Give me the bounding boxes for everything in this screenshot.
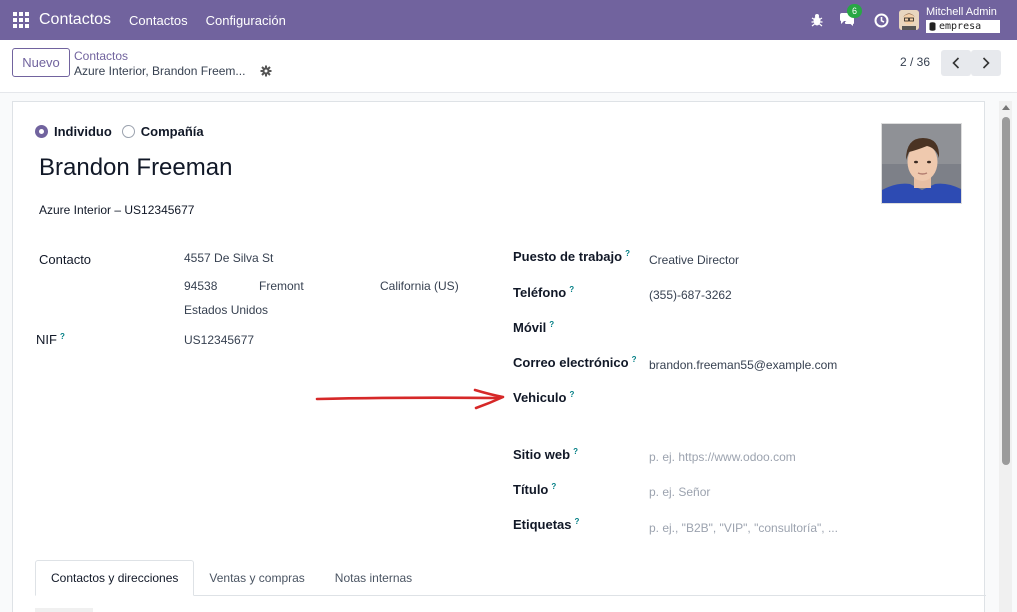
phone-label: Teléfono? — [513, 285, 575, 300]
breadcrumb-current: Azure Interior, Brandon Freem... — [74, 64, 246, 78]
company-switcher[interactable]: empresa — [926, 20, 1000, 33]
help-tooltip-icon[interactable]: ? — [573, 447, 578, 456]
help-tooltip-icon[interactable]: ? — [569, 285, 574, 294]
menu-contactos[interactable]: Contactos — [129, 13, 188, 28]
zip-field[interactable]: 94538 — [184, 279, 217, 293]
chevron-right-icon — [982, 57, 990, 69]
email-label: Correo electrónico? — [513, 355, 637, 370]
apps-grid-icon[interactable] — [13, 12, 29, 28]
tags-field[interactable]: p. ej., "B2B", "VIP", "consultoría", ... — [649, 521, 838, 535]
title-field[interactable]: p. ej. Señor — [649, 485, 710, 499]
help-tooltip-icon[interactable]: ? — [569, 390, 574, 399]
email-field[interactable]: brandon.freeman55@example.com — [649, 358, 837, 372]
radio-individuo-label[interactable]: Individuo — [54, 124, 112, 139]
country-field[interactable]: Estados Unidos — [184, 303, 268, 317]
tab-content-button[interactable] — [35, 608, 93, 612]
company-type-selector: Individuo Compañía — [35, 124, 214, 139]
bug-icon[interactable] — [810, 13, 824, 27]
menu-configuracion[interactable]: Configuración — [206, 13, 286, 28]
tags-label: Etiquetas? — [513, 517, 580, 532]
mobile-label: Móvil? — [513, 320, 555, 335]
city-field[interactable]: Fremont — [259, 279, 304, 293]
notebook-tabs: Contactos y direcciones Ventas y compras… — [35, 560, 986, 596]
user-menu[interactable]: Mitchell Admin empresa — [926, 7, 1000, 33]
job-position-field[interactable]: Creative Director — [649, 253, 739, 267]
new-button[interactable]: Nuevo — [12, 48, 70, 77]
company-name: empresa — [939, 20, 982, 32]
radio-compania-label[interactable]: Compañía — [141, 124, 204, 139]
pager-value[interactable]: 2 / 36 — [900, 55, 930, 69]
radio-compania[interactable] — [121, 125, 135, 138]
vat-label: NIF? — [36, 332, 65, 347]
page-scrollbar[interactable] — [999, 101, 1012, 612]
title-label: Título? — [513, 482, 557, 497]
phone-field[interactable]: (355)-687-3262 — [649, 288, 732, 302]
state-field[interactable]: California (US) — [380, 279, 459, 293]
contact-label: Contacto — [39, 252, 92, 267]
database-icon — [929, 22, 936, 31]
help-tooltip-icon[interactable]: ? — [625, 249, 630, 258]
help-tooltip-icon[interactable]: ? — [549, 320, 554, 329]
job-position-label: Puesto de trabajo? — [513, 249, 630, 264]
chevron-left-icon — [952, 57, 960, 69]
help-tooltip-icon[interactable]: ? — [575, 517, 580, 526]
breadcrumb-parent[interactable]: Contactos — [74, 49, 128, 63]
help-tooltip-icon[interactable]: ? — [551, 482, 556, 491]
user-name: Mitchell Admin — [926, 6, 997, 18]
annotation-arrow — [315, 388, 505, 410]
parent-company-field[interactable]: Azure Interior – US12345677 — [39, 203, 194, 217]
help-tooltip-icon[interactable]: ? — [60, 332, 65, 341]
gear-icon[interactable] — [260, 65, 272, 77]
app-title[interactable]: Contactos — [39, 11, 111, 29]
pager-next-button[interactable] — [971, 50, 1001, 76]
street-field[interactable]: 4557 De Silva St — [184, 251, 273, 265]
help-tooltip-icon[interactable]: ? — [632, 355, 637, 364]
top-navbar: Contactos Contactos Configuración 6 Mitc… — [0, 0, 1017, 40]
pager-previous-button[interactable] — [941, 50, 971, 76]
vat-field[interactable]: US12345677 — [184, 333, 254, 347]
partner-name-field[interactable]: Brandon Freeman — [39, 154, 232, 182]
tab-ventas-compras[interactable]: Ventas y compras — [194, 560, 319, 596]
scroll-thumb[interactable] — [1002, 117, 1010, 465]
chat-count-badge: 6 — [847, 4, 862, 18]
website-field[interactable]: p. ej. https://www.odoo.com — [649, 450, 796, 464]
avatar[interactable] — [899, 10, 919, 30]
chat-icon[interactable]: 6 — [838, 4, 862, 28]
scroll-up-arrow-icon[interactable] — [1002, 105, 1010, 110]
control-panel: Nuevo Contactos Azure Interior, Brandon … — [0, 40, 1017, 93]
website-label: Sitio web? — [513, 447, 578, 462]
clock-icon[interactable] — [874, 13, 889, 28]
partner-photo[interactable] — [881, 123, 962, 204]
tab-notas-internas[interactable]: Notas internas — [320, 560, 427, 596]
form-sheet: Individuo Compañía Brandon Freeman Azure… — [12, 101, 986, 612]
radio-individuo[interactable] — [35, 125, 48, 138]
vehicle-label: Vehiculo? — [513, 390, 575, 405]
tab-contactos-direcciones[interactable]: Contactos y direcciones — [35, 560, 195, 596]
